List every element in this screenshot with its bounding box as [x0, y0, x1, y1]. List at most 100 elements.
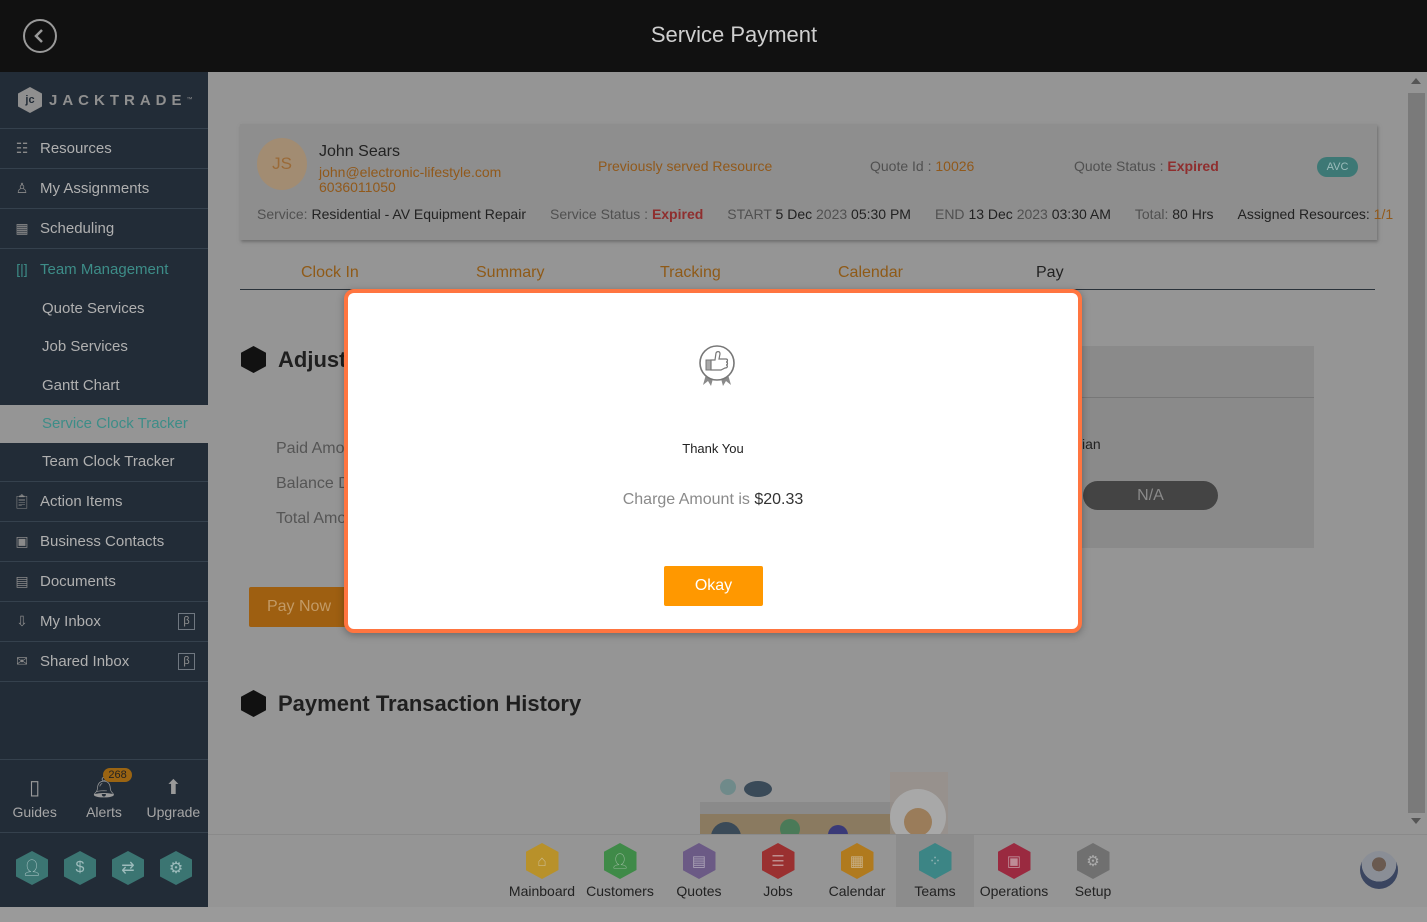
- payment-success-modal: Thank You Charge Amount is $20.33 Okay: [344, 289, 1082, 633]
- customer-email[interactable]: john@electronic-lifestyle.com: [319, 164, 501, 180]
- sidebar-subitem-service-clock-tracker[interactable]: Service Clock Tracker: [0, 404, 208, 443]
- app-operations[interactable]: ▣ Operations: [975, 843, 1053, 899]
- sidebar-item-documents[interactable]: ▤ Documents: [0, 562, 208, 602]
- app-jobs[interactable]: ☰ Jobs: [739, 843, 817, 899]
- service-status: Service Status : Expired: [550, 206, 703, 222]
- sidebar-item-action-items[interactable]: 📋︎ Action Items: [0, 482, 208, 522]
- service-end: END 13 Dec 2023 03:30 AM: [935, 206, 1111, 222]
- app-teams[interactable]: ⁘ Teams: [896, 835, 974, 907]
- sidebar-footer: ▯ Guides 🔔︎ 268 Alerts ⬆ Upgrade 👤︎ $ ⇄ …: [0, 759, 208, 903]
- thumbs-up-award-icon: [699, 345, 735, 386]
- billing-quick-button[interactable]: $: [64, 851, 96, 885]
- app-mainboard[interactable]: ⌂ Mainboard: [503, 843, 581, 899]
- hexagon-bullet-icon: [241, 690, 266, 717]
- pay-now-button[interactable]: Pay Now: [249, 587, 349, 627]
- profile-quick-button[interactable]: 👤︎: [16, 851, 48, 885]
- adjust-title-text: Adjust: [278, 346, 347, 372]
- alerts-count-badge: 268: [103, 768, 132, 782]
- total-value: 80 Hrs: [1172, 206, 1214, 222]
- page-title: Service Payment: [650, 22, 818, 47]
- sidebar-subitem-gantt-chart[interactable]: Gantt Chart: [0, 366, 208, 405]
- na-value-pill[interactable]: N/A: [1083, 481, 1218, 510]
- briefcase-icon: ▣: [997, 843, 1031, 879]
- sidebar-item-resources[interactable]: ☷ Resources: [0, 129, 208, 169]
- payments-quick-button[interactable]: ⇄: [112, 851, 144, 885]
- end-day: 13 Dec: [968, 206, 1017, 222]
- customer-avatar: JS: [257, 138, 307, 190]
- scroll-up-arrow-icon[interactable]: [1411, 78, 1421, 84]
- tab-pay[interactable]: Pay: [1036, 264, 1064, 282]
- arrow-up-icon: ⬆: [164, 777, 182, 799]
- mail-icon: ✉: [16, 652, 28, 669]
- tab-clock-in[interactable]: Clock In: [301, 264, 359, 282]
- charge-amount-value: $20.33: [754, 491, 804, 508]
- sidebar-item-label: Documents: [40, 572, 116, 590]
- tab-tracking[interactable]: Tracking: [660, 264, 721, 282]
- quote-id: Quote Id : 10026: [870, 158, 974, 174]
- charge-label: Charge Amount is: [622, 491, 755, 508]
- service-start: START 5 Dec 2023 05:30 PM: [727, 206, 911, 222]
- empty-state-illustration: [700, 772, 948, 834]
- okay-button[interactable]: Okay: [664, 566, 763, 606]
- workflow-quick-button[interactable]: ⚙︎: [160, 851, 192, 885]
- brand-logo[interactable]: jc JACKTRADE ™: [0, 72, 208, 129]
- sidebar-item-scheduling[interactable]: ▦ Scheduling: [0, 209, 208, 249]
- quote-id-label: Quote Id :: [870, 158, 936, 174]
- contacts-icon: ▣: [15, 532, 29, 549]
- sidebar-item-label: Business Contacts: [40, 532, 165, 550]
- beta-badge: β: [178, 612, 195, 630]
- dollar-icon: $: [75, 859, 85, 876]
- app-customers[interactable]: 👤︎ Customers: [581, 843, 659, 899]
- sidebar-subitem-quote-services[interactable]: Quote Services: [0, 289, 208, 328]
- app-label: Teams: [914, 883, 956, 899]
- inbox-icon: ⇩: [16, 612, 28, 629]
- sidebar-item-label: Action Items: [40, 492, 123, 510]
- sidebar-subitem-team-clock-tracker[interactable]: Team Clock Tracker: [0, 443, 208, 482]
- total-label: Total:: [1134, 206, 1173, 222]
- modal-title: Thank You: [682, 441, 744, 456]
- resources-icon: ☷: [15, 140, 29, 156]
- sidebar-item-business-contacts[interactable]: ▣ Business Contacts: [0, 522, 208, 562]
- sidebar-subitem-job-services[interactable]: Job Services: [0, 328, 208, 367]
- scroll-down-arrow-icon[interactable]: [1411, 818, 1421, 824]
- guides-label: Guides: [12, 804, 57, 820]
- upgrade-button[interactable]: ⬆ Upgrade: [139, 776, 208, 832]
- sidebar-item-shared-inbox[interactable]: ✉ Shared Inbox β: [0, 642, 208, 682]
- customer-phone[interactable]: 6036011050: [319, 179, 396, 195]
- app-label: Jobs: [763, 883, 793, 899]
- service-label: Service:: [257, 206, 312, 222]
- user-avatar[interactable]: [1360, 851, 1398, 889]
- document-icon: ▤: [15, 572, 29, 589]
- tab-summary[interactable]: Summary: [476, 264, 544, 282]
- app-label: Setup: [1074, 883, 1112, 899]
- app-quotes[interactable]: ▤ Quotes: [660, 843, 738, 899]
- money-icon: ⇄: [121, 860, 135, 877]
- app-label: Mainboard: [508, 883, 576, 899]
- sidebar-item-label: Shared Inbox: [40, 652, 130, 670]
- assigned-resources: Assigned Resources: 1/1: [1237, 206, 1393, 222]
- app-setup[interactable]: ⚙︎ Setup: [1054, 843, 1132, 899]
- guides-button[interactable]: ▯ Guides: [0, 776, 69, 832]
- alerts-button[interactable]: 🔔︎ 268 Alerts: [69, 768, 138, 832]
- scrollbar-thumb[interactable]: [1408, 93, 1425, 813]
- app-calendar[interactable]: ▦ Calendar: [818, 843, 896, 899]
- paid-amount-label: Paid Amo: [276, 440, 345, 457]
- sidebar-item-my-inbox[interactable]: ⇩ My Inbox β: [0, 602, 208, 642]
- tab-calendar[interactable]: Calendar: [838, 264, 903, 282]
- sidebar-item-label: My Inbox: [40, 612, 101, 630]
- app-dock: ⌂ Mainboard 👤︎ Customers ▤ Quotes ☰ Jobs…: [208, 834, 1427, 907]
- hexagon-bullet-icon: [241, 346, 266, 373]
- quote-id-value: 10026: [935, 158, 975, 174]
- service-tabs: Clock In Summary Tracking Calendar Pay: [240, 262, 1375, 290]
- quotes-icon: ▤: [682, 843, 716, 879]
- sidebar-item-team-management[interactable]: [|] Team Management: [0, 249, 208, 289]
- sidebar-item-label: My Assignments: [40, 180, 150, 197]
- workflow-icon: ⚙︎: [168, 860, 184, 877]
- app-label: Customers: [586, 883, 654, 899]
- assignments-icon: ♙: [15, 180, 29, 196]
- service-info-card: JS John Sears john@electronic-lifestyle.…: [240, 124, 1393, 240]
- scheduling-icon: ▦: [15, 220, 29, 236]
- adjust-section-title: Adjust: [241, 346, 346, 373]
- sidebar-item-my-assignments[interactable]: ♙ My Assignments: [0, 169, 208, 209]
- start-year: 2023: [816, 206, 848, 222]
